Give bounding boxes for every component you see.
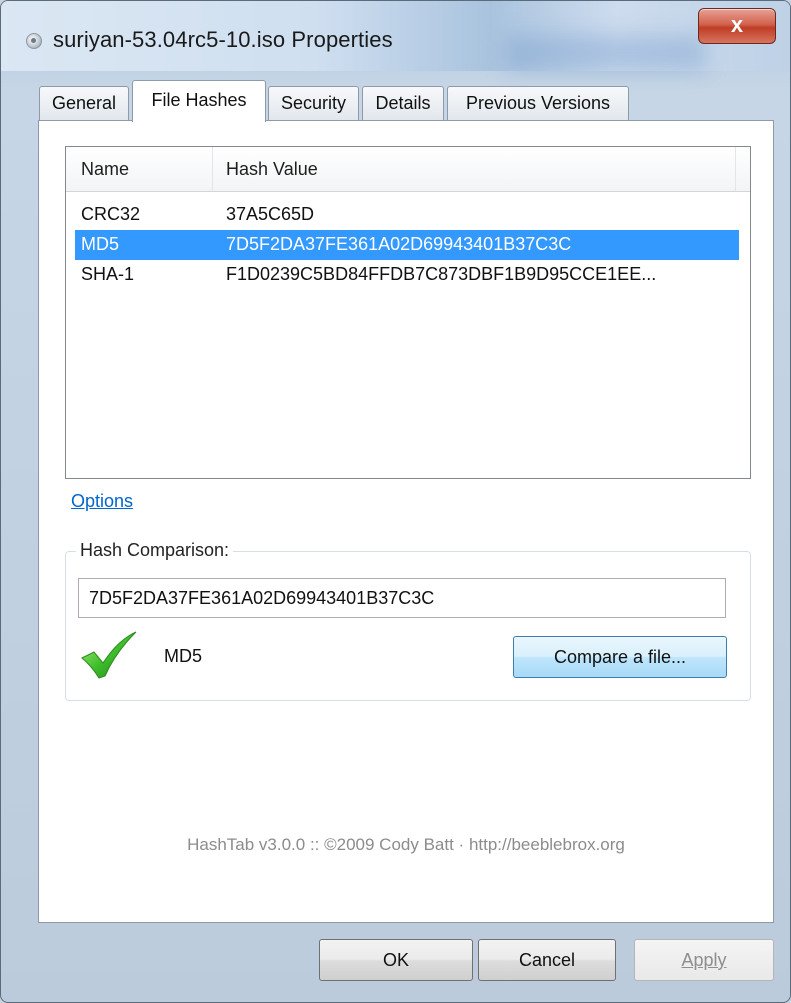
hash-row-sha1[interactable]: SHA-1 F1D0239C5BD84FFDB7C873DBF1B9D95CCE…	[75, 260, 739, 290]
close-button[interactable]: x	[698, 8, 776, 44]
hash-row-crc32[interactable]: CRC32 37A5C65D	[75, 200, 739, 230]
tab-previous-versions[interactable]: Previous Versions	[447, 86, 629, 120]
hash-value: 37A5C65D	[226, 204, 315, 224]
hash-value: 7D5F2DA37FE361A02D69943401B37C3C	[226, 234, 572, 254]
hash-comparison-group: Hash Comparison: 7D5F2DA37FE361A02D69943…	[65, 540, 751, 701]
options-link[interactable]: Options	[71, 491, 133, 512]
hash-name: SHA-1	[81, 264, 135, 284]
properties-dialog: suriyan-53.04rc5-10.iso Properties x Gen…	[0, 0, 791, 1003]
title-bar: suriyan-53.04rc5-10.iso Properties x	[1, 1, 790, 71]
hash-value: F1D0239C5BD84FFDB7C873DBF1B9D95CCE1EE...	[226, 264, 657, 284]
ok-button[interactable]: OK	[319, 939, 473, 981]
hash-row-md5[interactable]: MD5 7D5F2DA37FE361A02D69943401B37C3C	[75, 230, 739, 260]
hash-name: CRC32	[81, 204, 141, 224]
disc-icon	[26, 33, 42, 49]
tab-general[interactable]: General	[39, 86, 129, 120]
tab-security[interactable]: Security	[268, 86, 359, 120]
column-divider[interactable]	[212, 147, 213, 191]
hash-comparison-label: Hash Comparison:	[76, 540, 234, 561]
green-check-icon	[81, 631, 137, 679]
hashtab-credits: HashTab v3.0.0 :: ©2009 Cody Batt · http…	[187, 835, 625, 854]
column-name[interactable]: Name	[81, 159, 129, 180]
compare-file-button[interactable]: Compare a file...	[513, 636, 727, 678]
cancel-button[interactable]: Cancel	[478, 939, 616, 981]
column-divider[interactable]	[735, 147, 736, 191]
apply-button-label: Apply	[681, 950, 727, 970]
window-title: suriyan-53.04rc5-10.iso Properties	[53, 27, 393, 52]
apply-button[interactable]: Apply	[634, 939, 774, 981]
column-hash-value[interactable]: Hash Value	[226, 159, 318, 180]
file-hashes-panel: Name Hash Value CRC32 37A5C65D MD5 7D5F2…	[38, 120, 774, 923]
hash-list-header: Name Hash Value	[66, 147, 750, 192]
tab-file-hashes[interactable]: File Hashes	[132, 80, 266, 122]
tab-details[interactable]: Details	[362, 86, 444, 120]
hash-comparison-input[interactable]: 7D5F2DA37FE361A02D69943401B37C3C	[78, 578, 726, 618]
hash-name: MD5	[81, 234, 120, 254]
hash-list[interactable]: Name Hash Value CRC32 37A5C65D MD5 7D5F2…	[65, 146, 751, 479]
match-algorithm-label: MD5	[164, 646, 203, 666]
